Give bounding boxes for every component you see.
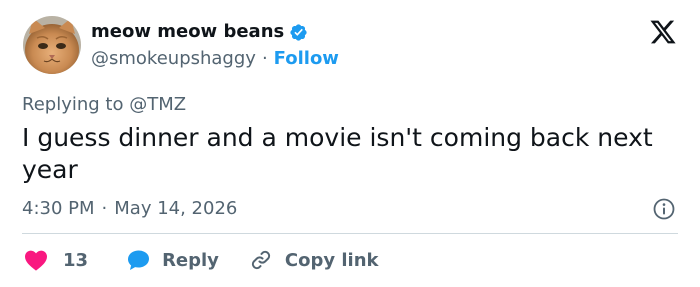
author-display-name[interactable]: meow meow beans — [91, 21, 284, 43]
tweet-text: I guess dinner and a movie isn't coming … — [22, 123, 653, 184]
follow-button[interactable]: Follow — [274, 48, 339, 70]
verified-badge-icon — [289, 23, 308, 42]
copy-link-label: Copy link — [284, 249, 379, 271]
reply-label: Reply — [162, 249, 219, 271]
reply-button[interactable]: Reply — [126, 249, 219, 271]
like-count: 13 — [63, 249, 89, 271]
tweet-timestamp[interactable]: 4:30 PM · May 14, 2026 — [22, 197, 237, 221]
author-handle[interactable]: @smokeupshaggy — [91, 48, 256, 70]
cat-avatar-image — [23, 16, 81, 74]
reply-context-mention[interactable]: @TMZ — [129, 94, 186, 115]
divider — [22, 233, 678, 234]
tweet-time: 4:30 PM — [22, 198, 95, 219]
reply-bubble-icon — [128, 250, 150, 270]
action-bar: 13 Reply Copy link — [24, 246, 379, 274]
copy-link-button[interactable]: Copy link — [249, 248, 379, 272]
tweet-date: May 14, 2026 — [114, 198, 238, 219]
author-name-row: meow meow beans — [91, 21, 308, 43]
like-button[interactable]: 13 — [24, 249, 88, 271]
reply-context-prefix: Replying to — [22, 94, 124, 115]
reply-context: Replying to @TMZ — [22, 93, 186, 117]
author-handle-row: @smokeupshaggy · Follow — [91, 48, 339, 70]
x-logo-icon[interactable] — [649, 18, 677, 46]
timestamp-separator: · — [101, 198, 108, 219]
info-icon[interactable] — [652, 197, 676, 221]
heart-icon — [25, 250, 47, 271]
tweet-embed-card: meow meow beans @smokeupshaggy · Follow … — [0, 0, 700, 287]
handle-separator: · — [261, 48, 268, 69]
link-icon — [251, 250, 270, 270]
author-avatar[interactable] — [23, 16, 81, 74]
